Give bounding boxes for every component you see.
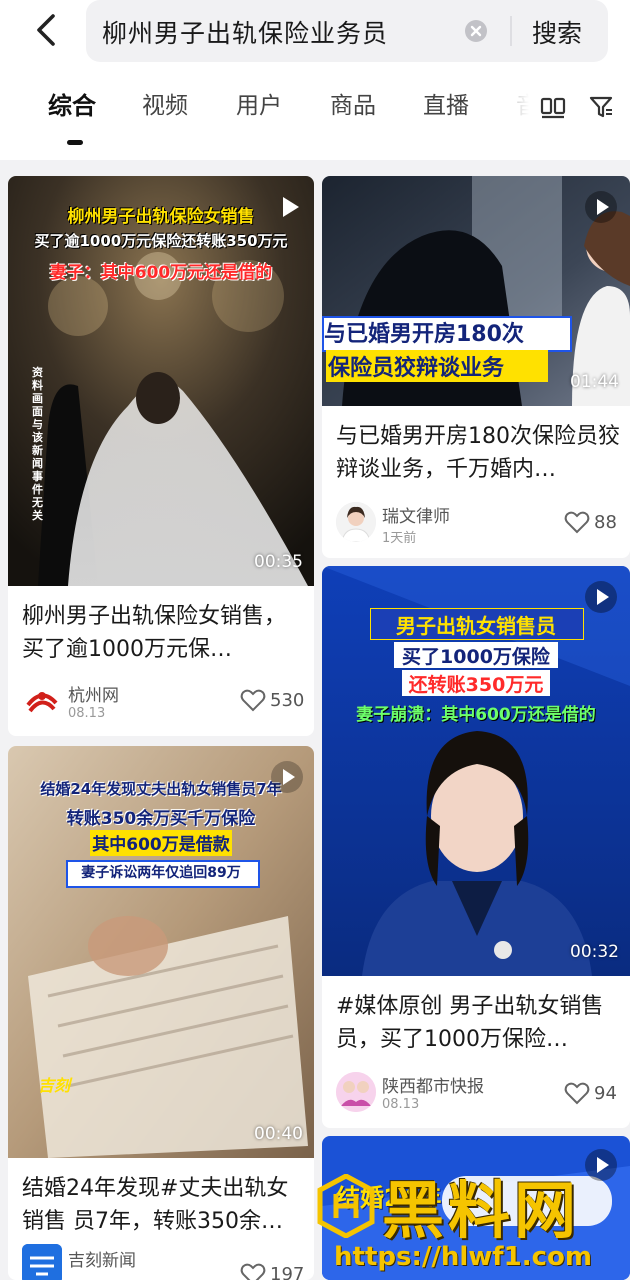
- watermark-url: https://hlwf1.com: [334, 1242, 592, 1272]
- heart-outline-icon[interactable]: [240, 1262, 266, 1280]
- tab-video[interactable]: 视频: [142, 86, 188, 120]
- active-tab-indicator: [67, 140, 83, 145]
- overlay-headline: 结婚24年发现丈夫出轨女销售员7年: [40, 780, 282, 798]
- video-thumbnail[interactable]: 柳州男子出轨保险女销售 买了逾1000万元保险还转账350万元 妻子：其中600…: [8, 176, 314, 586]
- video-card[interactable]: 结婚24年发现丈夫出轨女销售员7年 转账350余万买千万保险 其中600万是借款…: [8, 746, 314, 1280]
- tab-live[interactable]: 直播: [423, 86, 469, 120]
- avatar[interactable]: [336, 1072, 376, 1112]
- author-name[interactable]: 杭州网: [68, 681, 119, 706]
- search-header: 柳州男子出轨保险业务员 搜索 综合 视频 用户 商品 直播 音: [0, 0, 630, 160]
- overlay-highlight: 妻子：其中600万元还是借的: [49, 263, 273, 283]
- avatar[interactable]: [336, 502, 376, 542]
- avatar[interactable]: [22, 1244, 62, 1280]
- search-input[interactable]: 柳州男子出轨保险业务员: [102, 14, 388, 50]
- overlay-quote: 妻子崩溃：其中600万还是借的: [356, 705, 596, 725]
- like-count: 94: [594, 1083, 617, 1104]
- search-bar[interactable]: 柳州男子出轨保险业务员 搜索: [86, 0, 608, 62]
- overlay-subline: 转账350余万买千万保险: [66, 809, 256, 829]
- clear-icon[interactable]: [464, 19, 488, 43]
- overlay-headline: 与已婚男开房180次: [324, 322, 524, 347]
- tab-products[interactable]: 商品: [330, 86, 376, 120]
- overlay-subline: 买了逾1000万元保险还转账350万元: [34, 232, 288, 250]
- watermark-logo-icon: [317, 1174, 375, 1238]
- search-button[interactable]: 搜索: [532, 14, 582, 50]
- post-date: 1天前: [382, 531, 417, 546]
- like-count: 197: [270, 1264, 305, 1280]
- video-title[interactable]: 柳州男子出轨保险女销售，买了逾1000万元保…: [22, 600, 304, 666]
- video-duration: 01:44: [570, 372, 619, 392]
- play-icon: [585, 191, 617, 223]
- avatar[interactable]: [22, 681, 62, 721]
- author-name[interactable]: 陕西都市快报: [382, 1072, 484, 1097]
- video-duration: 00:32: [570, 942, 619, 962]
- overlay-headline: 男子出轨女销售员: [396, 614, 556, 638]
- overlay-highlight: 其中600万是借款: [92, 835, 230, 855]
- author-logo-icon: [26, 692, 58, 713]
- channel-logo-text: 吉刻: [38, 1076, 71, 1095]
- site-watermark: 黑料网 https://hlwf1.com: [314, 1160, 630, 1280]
- overlay-note: 妻子诉讼两年仅追回89万: [81, 865, 241, 881]
- overlay-subline: 买了1000万保险: [402, 646, 550, 668]
- video-card[interactable]: 男子出轨女销售员 买了1000万保险 还转账350万元 妻子崩溃：其中600万还…: [322, 566, 630, 1128]
- like-count: 530: [270, 690, 305, 711]
- play-icon: [585, 581, 617, 613]
- video-duration: 00:40: [254, 1124, 303, 1144]
- video-card[interactable]: 柳州男子出轨保险女销售 买了逾1000万元保险还转账350万元 妻子：其中600…: [8, 176, 314, 736]
- overlay-highlight: 还转账350万元: [408, 674, 544, 696]
- video-title[interactable]: 结婚24年发现#丈夫出轨女销售 员7年，转账350余…: [22, 1172, 306, 1238]
- video-card[interactable]: 与已婚男开房180次 保险员狡辩谈业务 01:44 与已婚男开房180次保险员狡…: [322, 176, 630, 558]
- author-name[interactable]: 瑞文律师: [382, 502, 450, 527]
- back-button[interactable]: [24, 8, 68, 52]
- overlay-headline: 柳州男子出轨保险女销售: [67, 207, 255, 227]
- video-title[interactable]: 与已婚男开房180次保险员狡辩谈业务，千万婚内…: [336, 420, 620, 486]
- heart-outline-icon[interactable]: [564, 510, 590, 534]
- watermark-name: 黑料网: [382, 1174, 581, 1247]
- tab-general[interactable]: 综合: [48, 86, 96, 121]
- filter-icon[interactable]: [588, 94, 614, 120]
- play-icon: [271, 761, 303, 793]
- overlay-subline: 保险员狡辩谈业务: [328, 356, 505, 381]
- back-arrow-icon: [37, 14, 55, 46]
- thumbnail-disclaimer: 资料画面与该新闻事件无关: [32, 366, 43, 522]
- video-thumbnail[interactable]: 与已婚男开房180次 保险员狡辩谈业务 01:44: [322, 176, 630, 406]
- video-thumbnail[interactable]: 男子出轨女销售员 买了1000万保险 还转账350万元 妻子崩溃：其中600万还…: [322, 566, 630, 976]
- like-count: 88: [594, 512, 617, 533]
- author-logo-icon: [22, 1244, 62, 1280]
- double-column-layout-icon[interactable]: [540, 94, 566, 120]
- author-avatar-image: [336, 1072, 376, 1112]
- tab-users[interactable]: 用户: [236, 86, 282, 120]
- video-duration: 00:35: [254, 552, 303, 572]
- author-name[interactable]: 吉刻新闻: [68, 1246, 136, 1271]
- post-date: 08.13: [68, 706, 106, 721]
- search-divider: [510, 16, 512, 46]
- video-thumbnail[interactable]: 结婚24年发现丈夫出轨女销售员7年 转账350余万买千万保险 其中600万是借款…: [8, 746, 314, 1158]
- post-date: 08.13: [382, 1097, 420, 1112]
- play-icon: [283, 197, 299, 217]
- heart-outline-icon[interactable]: [564, 1081, 590, 1105]
- video-title[interactable]: #媒体原创 男子出轨女销售员，买了1000万保险…: [336, 990, 620, 1056]
- author-avatar-image: [336, 502, 376, 542]
- heart-outline-icon[interactable]: [240, 688, 266, 712]
- tab-fade: [508, 90, 538, 126]
